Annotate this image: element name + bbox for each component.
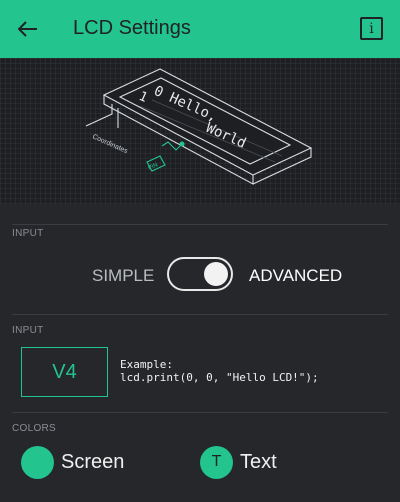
colors-section-label: COLORS: [12, 423, 57, 434]
input-mode-section-label: INPUT: [12, 228, 44, 239]
screen-color-label: Screen: [61, 450, 125, 473]
page-title: LCD Settings: [73, 17, 191, 39]
settings-panel: INPUT SIMPLE ADVANCED INPUT V4 Example: …: [0, 204, 400, 502]
back-button[interactable]: [12, 15, 44, 43]
example-code: Example: lcd.print(0, 0, "Hello LCD!");: [120, 358, 319, 384]
info-icon: i: [369, 20, 374, 37]
screen-color-picker[interactable]: Screen: [21, 445, 124, 479]
input-section-label: INPUT: [12, 325, 44, 336]
divider: [12, 224, 388, 225]
example-heading: Example:: [120, 358, 173, 371]
coordinates-label: Coordinates: [91, 133, 129, 155]
info-button[interactable]: i: [360, 17, 383, 40]
toggle-knob: [204, 262, 228, 286]
arrow-left-icon: [18, 21, 37, 37]
divider: [12, 412, 388, 413]
divider: [12, 314, 388, 315]
lcd-diagram: 1 0 Hello, World Coordinates PIN: [85, 68, 313, 185]
text-color-label: Text: [240, 450, 277, 473]
text-color-picker[interactable]: T Text: [200, 445, 277, 479]
virtual-pin-selector[interactable]: V4: [21, 347, 108, 397]
example-code-line: lcd.print(0, 0, "Hello LCD!");: [120, 371, 319, 384]
text-swatch-glyph: T: [211, 453, 222, 470]
lcd-illustration: 1 0 Hello, World Coordinates PIN: [0, 58, 400, 204]
input-mode-toggle[interactable]: [167, 257, 233, 291]
simple-mode-label[interactable]: SIMPLE: [92, 266, 154, 286]
advanced-mode-label[interactable]: ADVANCED: [249, 266, 342, 286]
pin-value: V4: [52, 360, 77, 383]
app-bar: LCD Settings i: [0, 0, 400, 58]
screen-color-swatch[interactable]: [21, 445, 54, 479]
text-color-swatch[interactable]: T: [200, 445, 233, 479]
